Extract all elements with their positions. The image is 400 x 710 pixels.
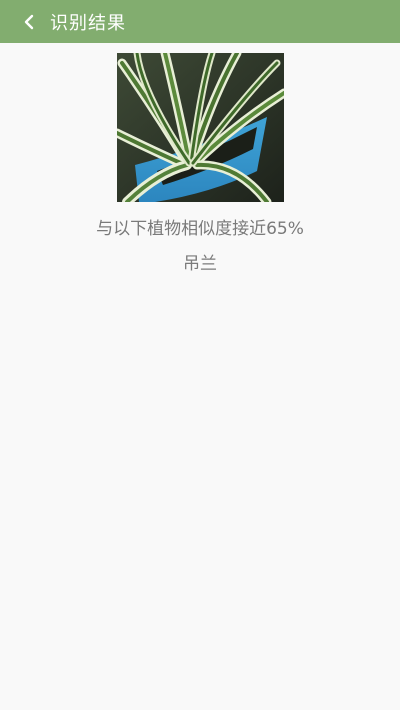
app-bar: 识别结果 [0, 0, 400, 43]
plant-photo [117, 53, 284, 202]
chevron-left-icon [24, 14, 34, 29]
back-button[interactable] [18, 11, 40, 33]
page-title: 识别结果 [50, 12, 126, 34]
similarity-text: 与以下植物相似度接近65% [96, 219, 304, 239]
plant-name: 吊兰 [183, 254, 217, 274]
